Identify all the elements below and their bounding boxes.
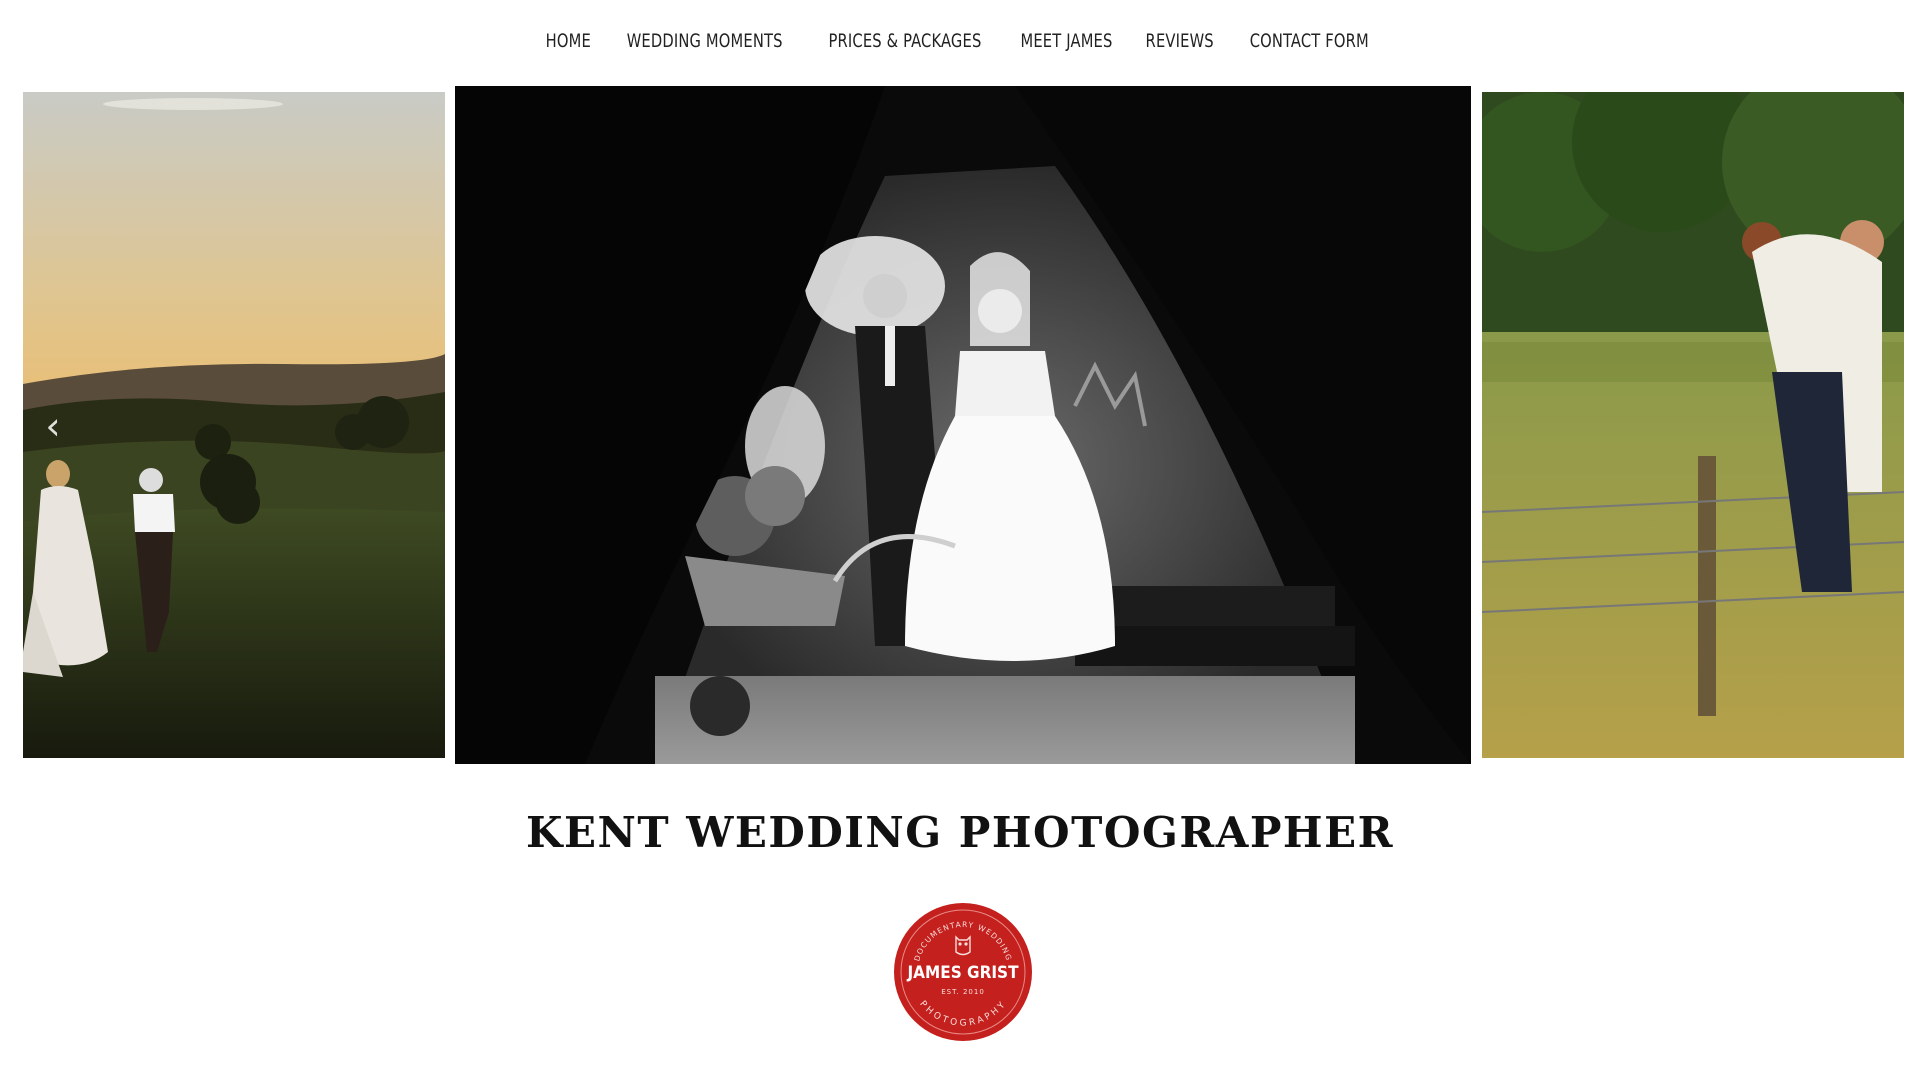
chevron-left-icon[interactable]: ‹ bbox=[38, 406, 68, 446]
nav-reviews[interactable]: REVIEWS bbox=[1146, 30, 1214, 52]
page-title: KENT WEDDING PHOTOGRAPHER bbox=[525, 808, 1395, 857]
field-couple-photo bbox=[1482, 92, 1904, 758]
nav-meet-james[interactable]: MEET JAMES bbox=[1021, 30, 1113, 52]
carousel-slide-field-couple[interactable] bbox=[1482, 92, 1904, 758]
carousel-slide-tent-couple[interactable] bbox=[455, 86, 1471, 764]
sunset-couple-photo bbox=[23, 92, 445, 758]
nav-prices-packages[interactable]: PRICES & PACKAGES bbox=[828, 30, 981, 52]
logo-name: JAMES GRIST bbox=[907, 963, 1020, 983]
logo-est: EST. 2010 bbox=[941, 988, 985, 996]
james-grist-logo[interactable]: DOCUMENTARY WEDDING JAMES GRIST EST. 201… bbox=[893, 902, 1033, 1042]
main-nav: HOME WEDDING MOMENTS PRICES & PACKAGES M… bbox=[0, 30, 1920, 52]
carousel-slide-sunset-couple[interactable] bbox=[23, 92, 445, 758]
logo-badge: DOCUMENTARY WEDDING JAMES GRIST EST. 201… bbox=[894, 903, 1032, 1041]
nav-contact-form[interactable]: CONTACT FORM bbox=[1250, 30, 1369, 52]
tent-couple-photo bbox=[455, 86, 1471, 764]
nav-home[interactable]: HOME bbox=[545, 30, 590, 52]
nav-wedding-moments[interactable]: WEDDING MOMENTS bbox=[627, 30, 783, 52]
